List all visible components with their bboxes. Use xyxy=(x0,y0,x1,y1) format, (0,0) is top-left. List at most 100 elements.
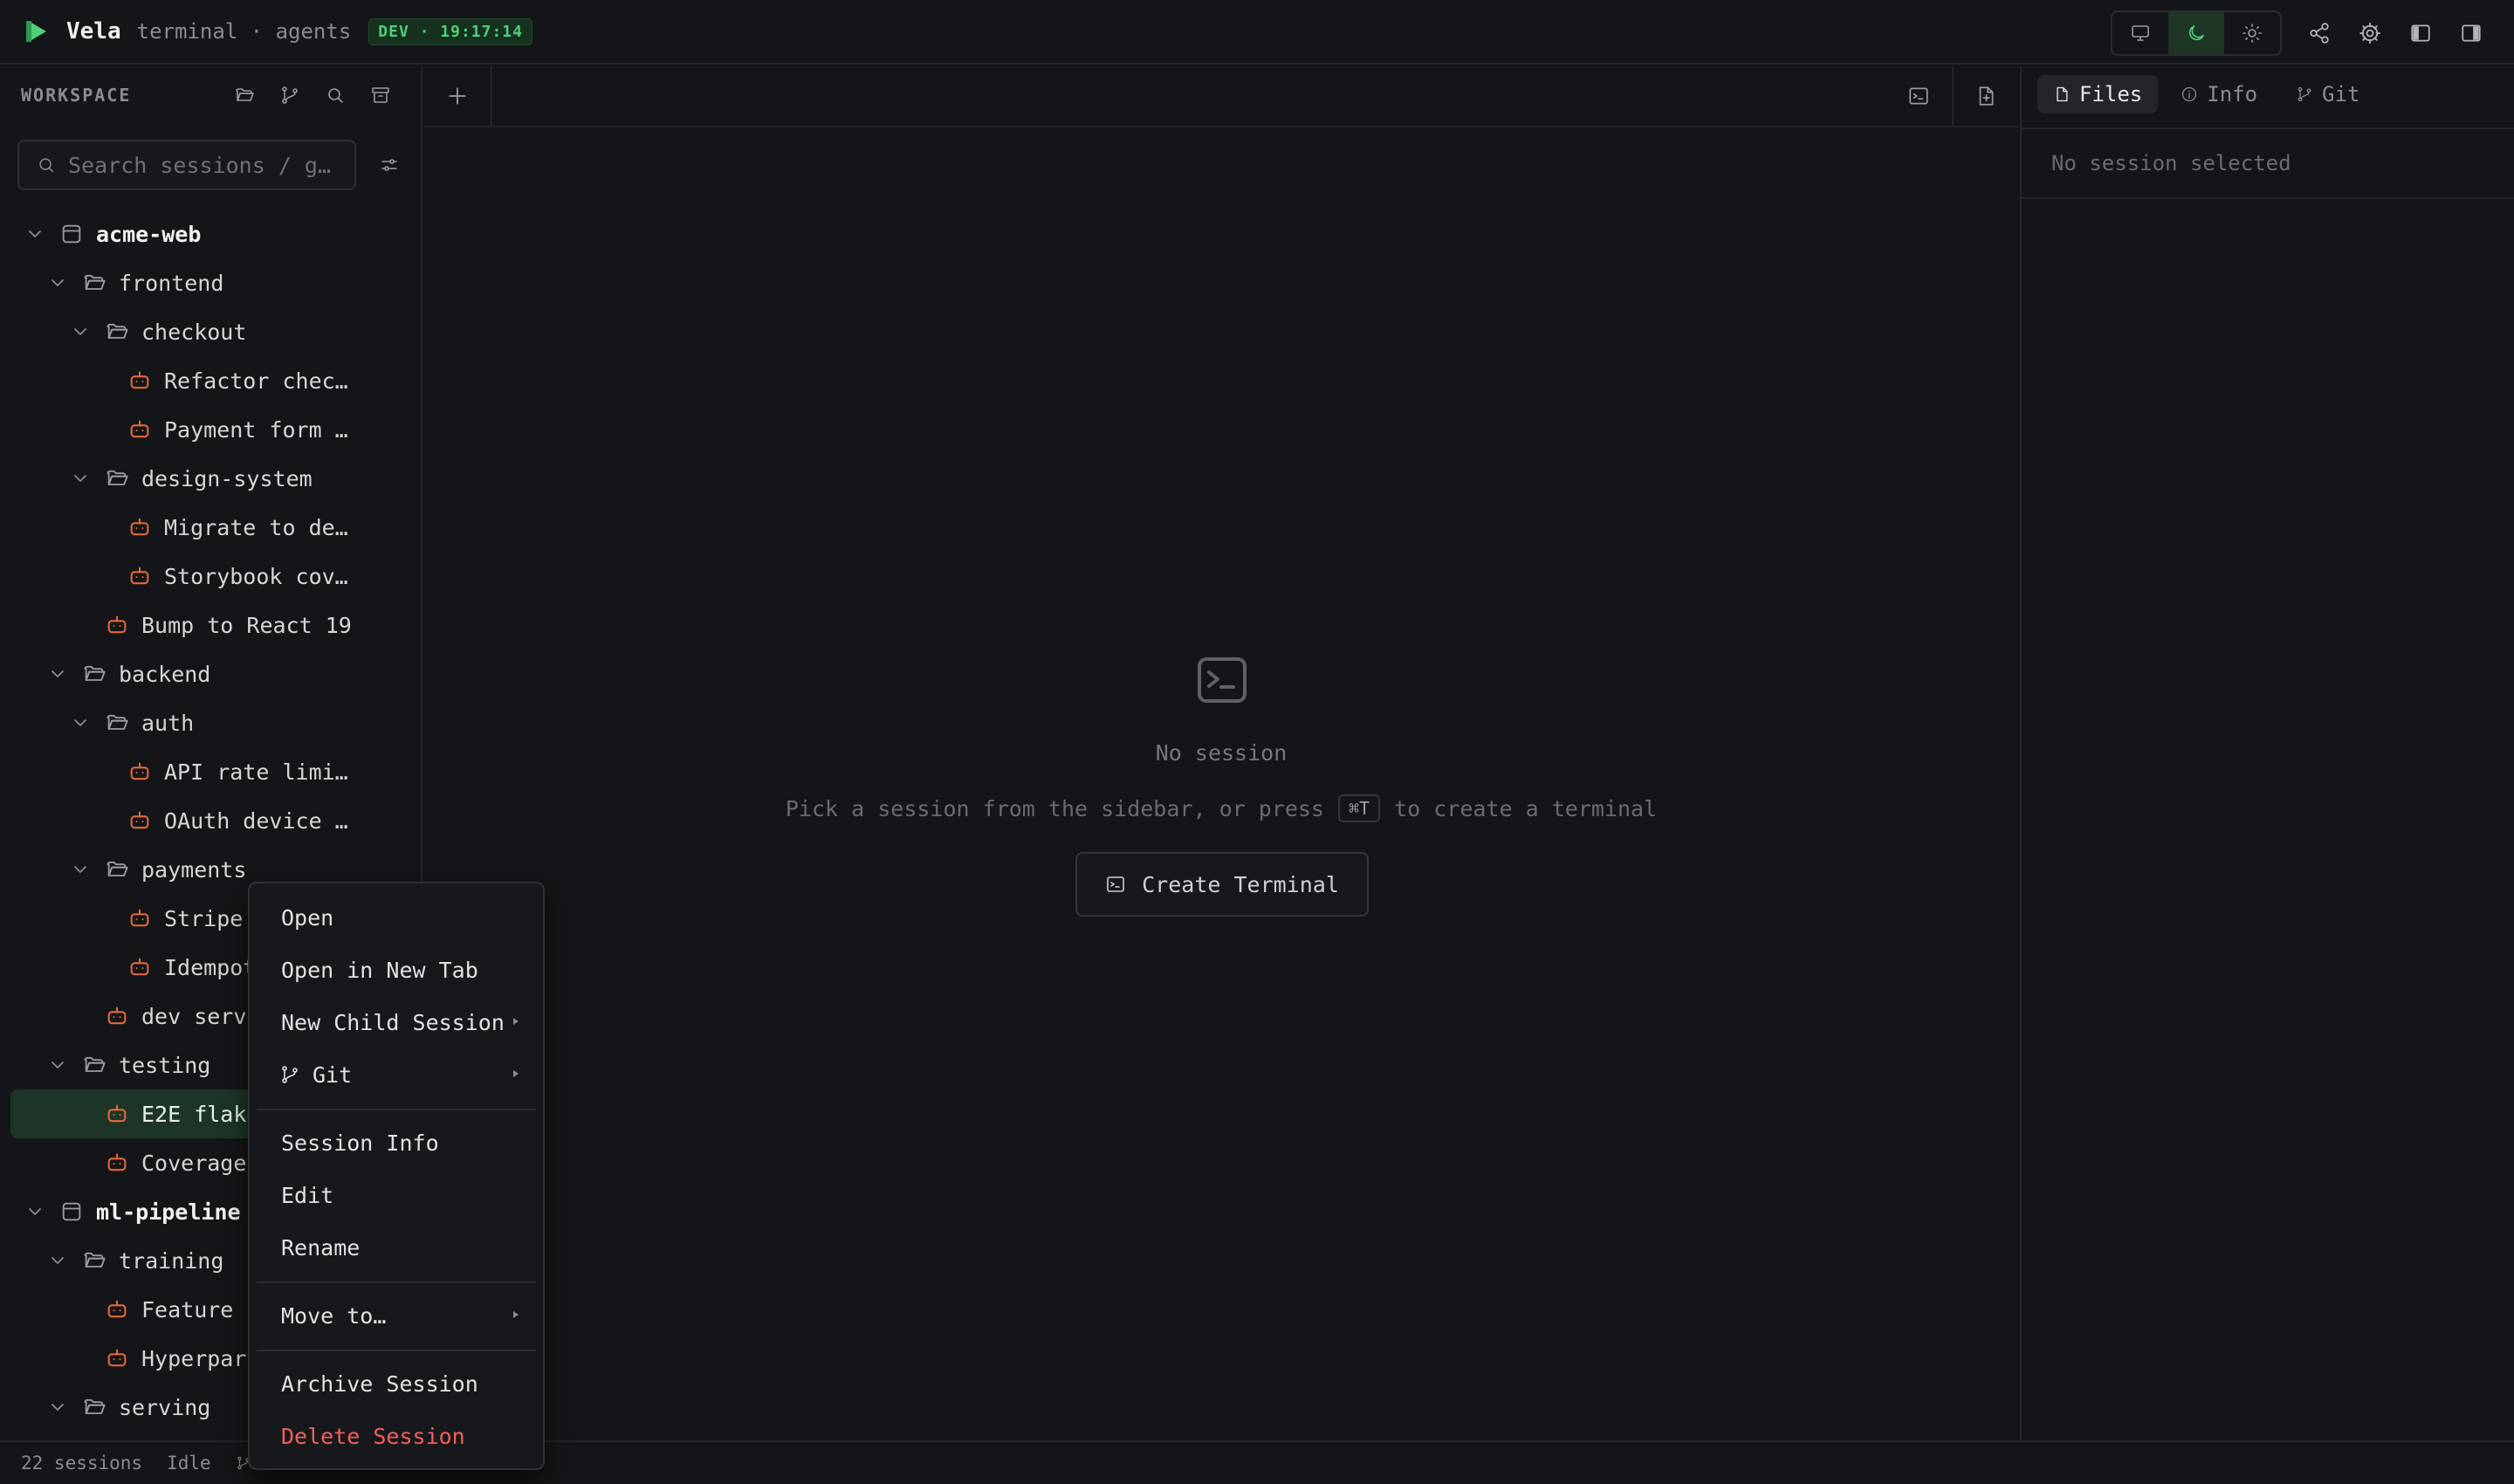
tree-item-label: Stripe xyxy=(164,905,244,931)
menu-item-open-new-tab[interactable]: Open in New Tab xyxy=(255,946,538,993)
moon-icon[interactable] xyxy=(2168,12,2224,54)
menu-item-move-to[interactable]: Move to… xyxy=(255,1292,538,1339)
tab-git[interactable]: Git xyxy=(2280,75,2375,113)
sidebar-header: WORKSPACE xyxy=(0,66,421,124)
agent-icon xyxy=(107,1007,127,1025)
right-panel: Files Info Git No session selected xyxy=(2020,66,2514,1440)
tab-info[interactable]: Info xyxy=(2165,75,2273,113)
tree-item-label: Payment form … xyxy=(164,416,348,443)
tab-label: Git xyxy=(2322,82,2360,106)
env-badge: DEV · 19:17:14 xyxy=(368,17,532,45)
folder-item[interactable]: design-system xyxy=(0,454,422,503)
filter-icon[interactable] xyxy=(368,144,410,186)
menu-item-session-info[interactable]: Session Info xyxy=(255,1119,538,1166)
agent-icon xyxy=(107,1349,127,1367)
session-item[interactable]: Migrate to de… xyxy=(0,503,422,552)
search-icon[interactable] xyxy=(313,79,358,112)
agent-icon xyxy=(107,1300,127,1318)
git-branch-icon[interactable] xyxy=(267,79,313,112)
info-icon xyxy=(2182,86,2197,102)
chevron-down-icon[interactable] xyxy=(70,468,91,489)
top-bar: Vela terminal · agents DEV · 19:17:14 xyxy=(0,0,2514,65)
create-terminal-button[interactable]: Create Terminal xyxy=(1075,852,1369,917)
left-panel-icon[interactable] xyxy=(2395,12,2446,54)
archive-icon[interactable] xyxy=(358,79,403,112)
session-count: 22 sessions xyxy=(21,1453,143,1474)
share-icon[interactable] xyxy=(2294,12,2345,54)
chevron-down-icon[interactable] xyxy=(70,321,91,342)
chevron-down-icon[interactable] xyxy=(47,1397,68,1418)
folder-icon xyxy=(84,1056,106,1072)
new-terminal-icon[interactable] xyxy=(1886,66,1952,126)
app-name: Vela xyxy=(66,18,121,45)
chevron-down-icon[interactable] xyxy=(70,712,91,733)
submenu-arrow-icon xyxy=(513,1311,519,1318)
chevron-down-icon[interactable] xyxy=(47,272,68,293)
menu-item-open[interactable]: Open xyxy=(255,894,538,941)
app-subtitle: terminal · agents xyxy=(136,19,352,44)
agent-icon xyxy=(130,420,149,438)
session-item[interactable]: OAuth device … xyxy=(0,796,422,845)
project-icon xyxy=(62,1202,81,1221)
app-logo-icon xyxy=(26,21,46,42)
menu-item-git[interactable]: Git xyxy=(255,1051,538,1098)
tree-item-label: Coverage xyxy=(141,1150,247,1176)
right-panel-icon[interactable] xyxy=(2446,12,2497,54)
session-item[interactable]: Payment form … xyxy=(0,405,422,454)
menu-divider xyxy=(257,1350,536,1351)
menu-item-edit[interactable]: Edit xyxy=(255,1171,538,1219)
empty-state: No session Pick a session from the sideb… xyxy=(424,127,2018,1440)
chevron-down-icon[interactable] xyxy=(70,859,91,880)
terminal-icon xyxy=(1107,876,1124,892)
tab-bar xyxy=(424,66,2018,127)
chevron-down-icon[interactable] xyxy=(47,1250,68,1271)
tree-item-label: Storybook cov… xyxy=(164,563,348,589)
tab-files[interactable]: Files xyxy=(2037,75,2159,113)
agent-icon xyxy=(130,518,149,536)
project-item[interactable]: acme-web xyxy=(0,210,422,258)
theme-switcher xyxy=(2111,10,2282,56)
chevron-down-icon[interactable] xyxy=(24,223,45,244)
settings-icon[interactable] xyxy=(2345,12,2395,54)
tree-item-label: frontend xyxy=(119,270,224,296)
menu-item-archive-session[interactable]: Archive Session xyxy=(255,1360,538,1407)
tree-item-label: Refactor chec… xyxy=(164,368,348,394)
hint-text: Pick a session from the sidebar, or pres… xyxy=(785,795,1324,821)
session-item[interactable]: API rate limi… xyxy=(0,747,422,796)
session-item[interactable]: Bump to React 19 xyxy=(0,601,422,649)
folder-open-icon[interactable] xyxy=(222,79,267,112)
folder-item[interactable]: frontend xyxy=(0,258,422,307)
folder-icon xyxy=(84,274,106,290)
menu-item-new-child-session[interactable]: New Child Session xyxy=(255,999,538,1046)
submenu-arrow-icon xyxy=(513,1070,519,1077)
folder-item[interactable]: auth xyxy=(0,698,422,747)
menu-item-rename[interactable]: Rename xyxy=(255,1224,538,1271)
shortcut-key: ⌘T xyxy=(1337,794,1381,822)
monitor-icon[interactable] xyxy=(2112,12,2168,54)
new-file-icon[interactable] xyxy=(1952,66,2018,126)
agent-icon xyxy=(130,811,149,829)
menu-item-delete-session[interactable]: Delete Session xyxy=(255,1412,538,1460)
chevron-down-icon[interactable] xyxy=(47,663,68,684)
sun-icon[interactable] xyxy=(2224,12,2280,54)
menu-item-label: Session Info xyxy=(281,1130,439,1156)
create-terminal-label: Create Terminal xyxy=(1142,871,1339,897)
session-item[interactable]: Storybook cov… xyxy=(0,552,422,601)
tree-item-label: ml-pipeline xyxy=(96,1199,241,1225)
folder-icon xyxy=(106,470,128,485)
git-branch-icon xyxy=(282,1066,298,1083)
chevron-down-icon[interactable] xyxy=(47,1055,68,1075)
folder-item[interactable]: backend xyxy=(0,649,422,698)
tree-item-label: checkout xyxy=(141,319,247,345)
agent-icon xyxy=(130,567,149,585)
search-input[interactable] xyxy=(68,152,339,178)
chevron-down-icon[interactable] xyxy=(24,1201,45,1222)
tree-item-label: serving xyxy=(119,1394,211,1420)
folder-icon xyxy=(106,323,128,339)
add-tab-button[interactable] xyxy=(424,66,492,126)
hint-text: to create a terminal xyxy=(1394,795,1658,821)
session-item[interactable]: Refactor chec… xyxy=(0,356,422,405)
menu-item-label: New Child Session xyxy=(281,1009,505,1035)
tree-item-label: Hyperpara xyxy=(141,1345,260,1371)
folder-item[interactable]: checkout xyxy=(0,307,422,356)
